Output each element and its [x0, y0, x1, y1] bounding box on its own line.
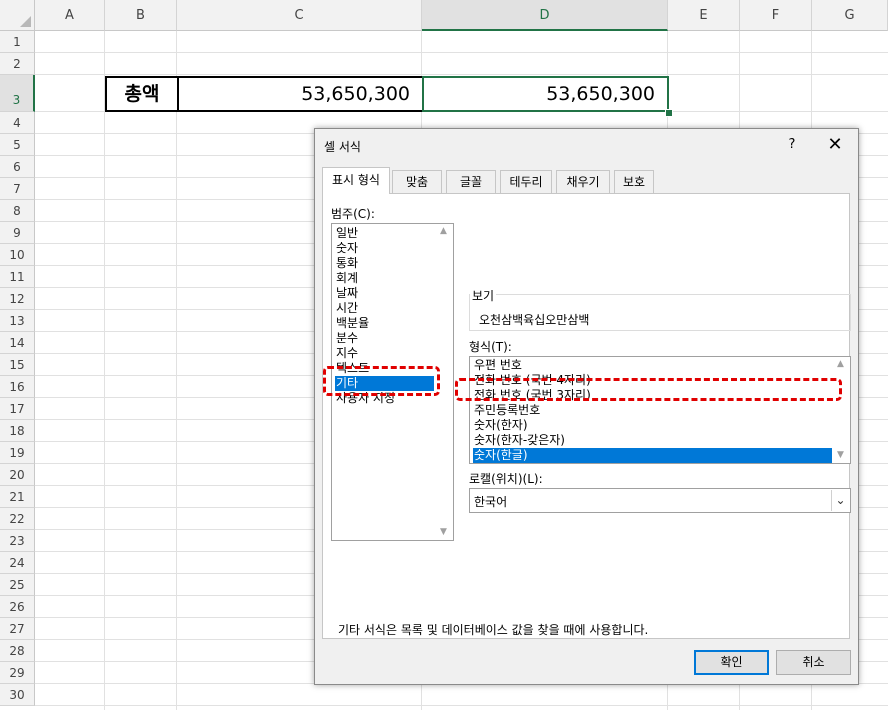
- number-format-panel: 범주(C): 일반 숫자 통화 회계 날짜 시간 백분율 분수 지수 텍스트 기타 사용자 지정 ▲ …: [322, 193, 851, 639]
- category-item[interactable]: 백분율: [335, 316, 436, 331]
- fill-handle[interactable]: [665, 109, 673, 117]
- scroll-up-icon[interactable]: ▲: [440, 226, 447, 236]
- cancel-button[interactable]: 취소: [776, 650, 851, 675]
- cell-d3-active[interactable]: 53,650,300: [422, 76, 669, 112]
- format-type-item[interactable]: 숫자(한자): [473, 418, 528, 433]
- row-header-17[interactable]: 17: [0, 398, 35, 420]
- column-gridline: [104, 31, 105, 710]
- row-header-15[interactable]: 15: [0, 354, 35, 376]
- scroll-down-icon[interactable]: ▼: [440, 527, 447, 537]
- category-item[interactable]: 회계: [335, 271, 436, 286]
- format-type-item[interactable]: 주민등록번호: [473, 403, 540, 418]
- tab-fill[interactable]: 채우기: [556, 170, 610, 193]
- row-header-2[interactable]: 2: [0, 53, 35, 75]
- row-header-14[interactable]: 14: [0, 332, 35, 354]
- locale-dropdown[interactable]: 한국어 ⌄: [469, 488, 851, 513]
- row-header-18[interactable]: 18: [0, 420, 35, 442]
- row-header-22[interactable]: 22: [0, 508, 35, 530]
- scroll-up-icon[interactable]: ▲: [837, 359, 844, 369]
- cell-c3-amount[interactable]: 53,650,300: [177, 76, 424, 112]
- row-header-8[interactable]: 8: [0, 200, 35, 222]
- row-header-7[interactable]: 7: [0, 178, 35, 200]
- row-header-19[interactable]: 19: [0, 442, 35, 464]
- row-header-21[interactable]: 21: [0, 486, 35, 508]
- column-header-c[interactable]: C: [177, 0, 422, 31]
- category-item[interactable]: 통화: [335, 256, 436, 271]
- column-header-g[interactable]: G: [812, 0, 888, 31]
- tab-number[interactable]: 표시 형식: [322, 167, 390, 194]
- row-header-20[interactable]: 20: [0, 464, 35, 486]
- type-label: 형식(T):: [469, 340, 512, 354]
- category-item[interactable]: 분수: [335, 331, 436, 346]
- tab-alignment[interactable]: 맞춤: [392, 170, 442, 193]
- row-header-5[interactable]: 5: [0, 134, 35, 156]
- dialog-title: 셀 서식: [324, 140, 361, 154]
- column-header-b[interactable]: B: [105, 0, 177, 31]
- row-header-3[interactable]: 3: [0, 75, 35, 112]
- category-item[interactable]: 일반: [335, 226, 436, 241]
- select-all-corner[interactable]: [0, 0, 35, 31]
- row-header-29[interactable]: 29: [0, 662, 35, 684]
- locale-value: 한국어: [474, 495, 508, 509]
- row-header-6[interactable]: 6: [0, 156, 35, 178]
- column-header-f[interactable]: F: [740, 0, 812, 31]
- cell-b3-total-label[interactable]: 총액: [105, 76, 179, 112]
- row-header-11[interactable]: 11: [0, 266, 35, 288]
- row-gridline: [35, 52, 888, 53]
- tab-protection[interactable]: 보호: [614, 170, 654, 193]
- row-gridline: [35, 705, 888, 706]
- row-header-10[interactable]: 10: [0, 244, 35, 266]
- format-type-item[interactable]: 숫자(한자-갖은자): [473, 433, 565, 448]
- ok-button[interactable]: 확인: [694, 650, 769, 675]
- tab-font[interactable]: 글꼴: [446, 170, 496, 193]
- column-header-d[interactable]: D: [422, 0, 668, 31]
- row-header-27[interactable]: 27: [0, 618, 35, 640]
- row-header-25[interactable]: 25: [0, 574, 35, 596]
- tab-border[interactable]: 테두리: [500, 170, 552, 193]
- row-header-23[interactable]: 23: [0, 530, 35, 552]
- row-header-13[interactable]: 13: [0, 310, 35, 332]
- column-header-a[interactable]: A: [35, 0, 105, 31]
- row-header-24[interactable]: 24: [0, 552, 35, 574]
- scroll-down-icon[interactable]: ▼: [837, 450, 844, 460]
- category-label: 범주(C):: [331, 207, 375, 221]
- highlight-type-selection: [455, 378, 842, 401]
- category-item[interactable]: 시간: [335, 301, 436, 316]
- preview-label: 보기: [470, 287, 497, 304]
- highlight-category-selection: [323, 366, 440, 396]
- format-type-item[interactable]: 우편 번호: [473, 358, 522, 373]
- row-header-16[interactable]: 16: [0, 376, 35, 398]
- category-item[interactable]: 날짜: [335, 286, 436, 301]
- type-scrollbar[interactable]: ▲ ▼: [834, 357, 850, 463]
- preview-value: 오천삼백육십오만삼백: [479, 313, 590, 327]
- type-list[interactable]: 우편 번호 전화 번호 (국번 4자리) 전화 번호 (국번 3자리) 주민등록번호 숫…: [469, 356, 851, 464]
- category-description: 기타 서식은 목록 및 데이터베이스 값을 찾을 때에 사용합니다.: [338, 623, 649, 637]
- help-button[interactable]: ?: [782, 135, 802, 155]
- row-header-28[interactable]: 28: [0, 640, 35, 662]
- format-type-item[interactable]: 숫자(한글): [473, 448, 832, 463]
- chevron-down-icon[interactable]: ⌄: [831, 490, 849, 511]
- row-header-30[interactable]: 30: [0, 684, 35, 706]
- locale-label: 로캘(위치)(L):: [469, 472, 543, 486]
- row-gridline: [35, 74, 888, 75]
- select-all-triangle-icon: [20, 16, 31, 27]
- row-header-9[interactable]: 9: [0, 222, 35, 244]
- format-cells-dialog: 셀 서식 ? ✕ 표시 형식 맞춤 글꼴 테두리 채우기 보호 범주(C): 일…: [314, 128, 859, 685]
- row-header-12[interactable]: 12: [0, 288, 35, 310]
- column-header-e[interactable]: E: [668, 0, 740, 31]
- row-header-4[interactable]: 4: [0, 112, 35, 134]
- category-item[interactable]: 지수: [335, 346, 436, 361]
- close-icon[interactable]: ✕: [820, 134, 850, 156]
- column-gridline: [176, 31, 177, 710]
- row-header-26[interactable]: 26: [0, 596, 35, 618]
- category-item[interactable]: 숫자: [335, 241, 436, 256]
- row-header-1[interactable]: 1: [0, 31, 35, 53]
